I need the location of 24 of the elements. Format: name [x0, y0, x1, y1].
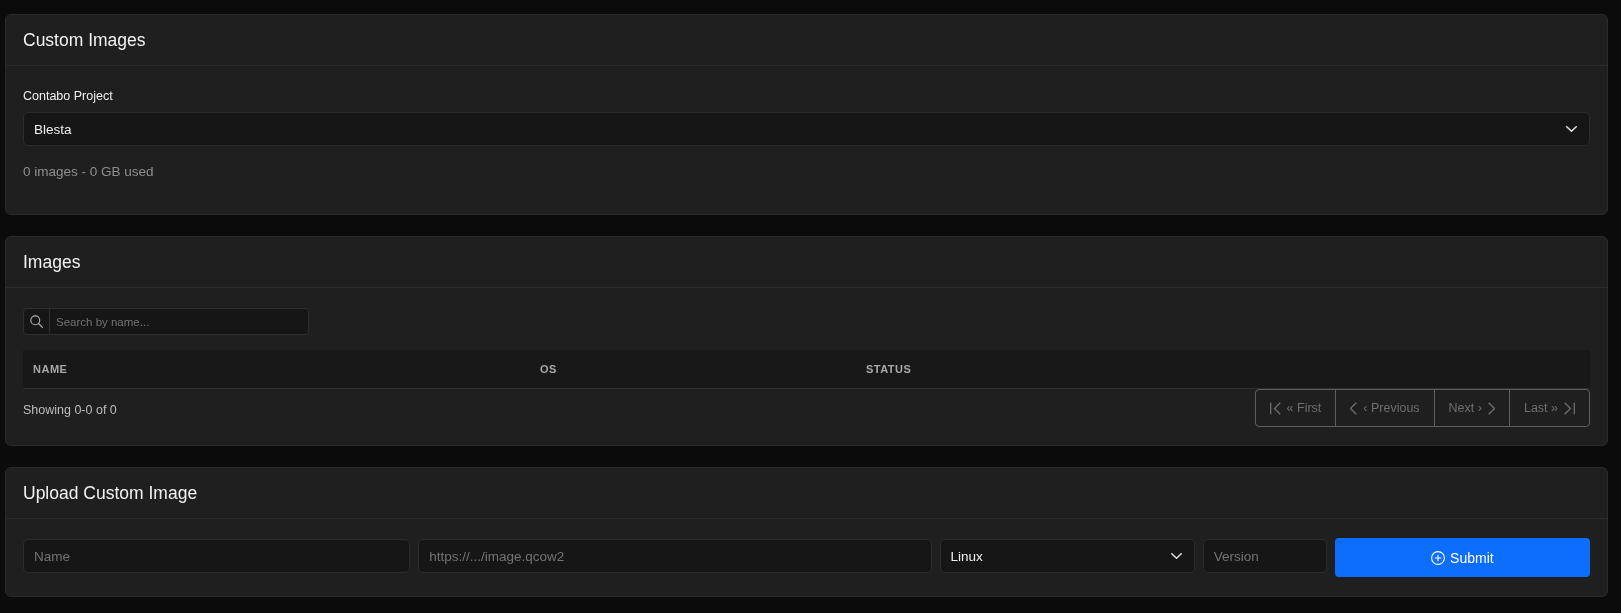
chevron-down-icon — [1566, 126, 1577, 132]
url-input[interactable]: https://.../image.qcow2 — [418, 539, 932, 573]
search-field[interactable]: Search by name... — [50, 308, 309, 335]
name-input[interactable]: Name — [23, 539, 411, 573]
project-select[interactable]: Blesta — [23, 112, 1590, 146]
chevron-left-icon — [1350, 401, 1358, 415]
column-header: OS — [539, 363, 557, 375]
submit-button[interactable]: Submit — [1334, 538, 1590, 577]
card-title: Images — [23, 251, 81, 273]
showing-count: Showing 0-0 of 0 — [23, 402, 117, 417]
usage-text: 0 images - 0 GB used — [23, 163, 154, 181]
column-header: NAME — [32, 363, 68, 375]
search-icon — [23, 308, 50, 335]
plus-circle-icon — [1431, 550, 1446, 565]
version-input[interactable]: Version — [1202, 539, 1327, 573]
chevron-down-icon — [1170, 553, 1182, 559]
os-select[interactable]: Linux — [939, 539, 1195, 573]
field-label: Contabo Project — [23, 88, 113, 105]
chevron-right-icon — [1487, 401, 1495, 415]
chevron-bar-right-icon — [1564, 401, 1575, 415]
card-title: Custom Images — [23, 29, 146, 51]
column-header: STATUS — [865, 363, 912, 375]
card-title: Upload Custom Image — [23, 482, 198, 504]
chevron-bar-left-icon — [1269, 401, 1281, 415]
